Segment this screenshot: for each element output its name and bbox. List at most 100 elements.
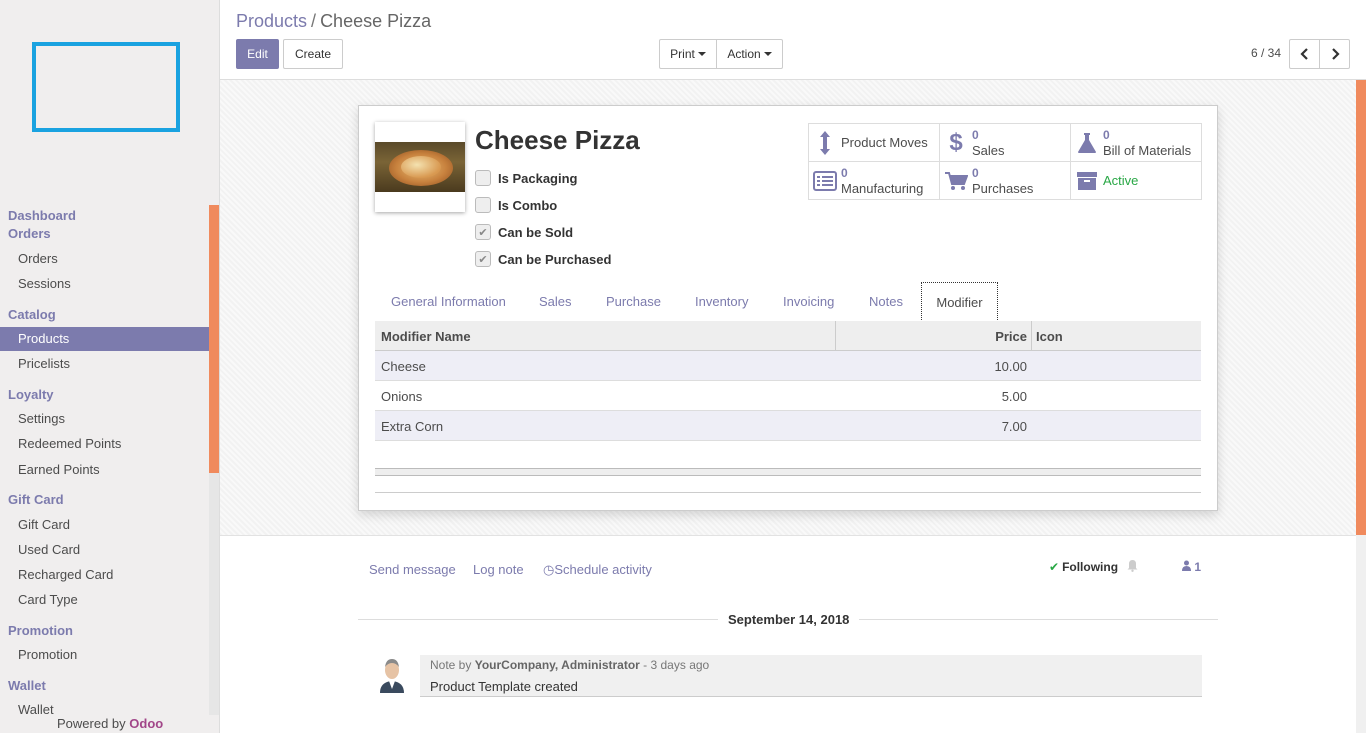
modifier-table-header: Modifier Name Price Icon (375, 321, 1201, 351)
can-be-sold-checkbox[interactable]: ✔ (475, 224, 491, 240)
column-modifier-name[interactable]: Modifier Name (381, 329, 471, 344)
product-image[interactable] (375, 122, 465, 212)
powered-brand-link[interactable]: Odoo (129, 716, 163, 731)
tab-inventory[interactable]: Inventory (695, 294, 748, 309)
sidebar-item-settings[interactable]: Settings (18, 411, 65, 426)
shopping-cart-icon (940, 171, 972, 191)
breadcrumb-products-link[interactable]: Products (236, 11, 307, 31)
product-moves-button[interactable]: Product Moves (808, 123, 940, 162)
sidebar-item-pricelists[interactable]: Pricelists (18, 356, 70, 371)
check-icon: ✔ (478, 253, 488, 266)
is-packaging-checkbox[interactable] (475, 170, 491, 186)
modifier-name-cell: Onions (381, 389, 423, 404)
schedule-activity-label: Schedule activity (554, 562, 652, 577)
powered-prefix: Powered by (57, 716, 126, 731)
is-combo-checkbox-row[interactable]: Is Combo (475, 197, 557, 213)
sidebar-item-card-type[interactable]: Card Type (18, 592, 78, 607)
sidebar-item-sessions[interactable]: Sessions (18, 276, 71, 291)
sidebar-section-gift-card[interactable]: Gift Card (8, 492, 64, 507)
schedule-activity-button[interactable]: ◷Schedule activity (543, 562, 652, 578)
sidebar-item-label: Products (18, 331, 70, 346)
pager-next-button[interactable] (1319, 39, 1350, 69)
sidebar-item-promotion[interactable]: Promotion (18, 647, 77, 662)
tab-invoicing[interactable]: Invoicing (783, 294, 834, 309)
purchases-button[interactable]: 0 Purchases (939, 161, 1071, 200)
bell-icon[interactable] (1127, 559, 1138, 575)
can-be-purchased-checkbox[interactable]: ✔ (475, 251, 491, 267)
notebook-tabs: General Information Sales Purchase Inven… (375, 282, 1201, 322)
column-icon[interactable]: Icon (1036, 329, 1063, 344)
breadcrumb-current: Cheese Pizza (320, 11, 432, 31)
table-row[interactable]: Cheese 10.00 (375, 351, 1201, 381)
tab-modifier[interactable]: Modifier (921, 282, 998, 322)
sales-label: Sales (972, 142, 1005, 158)
send-message-button[interactable]: Send message (369, 562, 456, 577)
table-divider (375, 492, 1201, 493)
sidebar-item-wallet[interactable]: Wallet (18, 702, 54, 717)
action-dropdown[interactable]: Action (716, 39, 783, 69)
check-icon: ✔ (1049, 560, 1060, 574)
tab-purchase[interactable]: Purchase (606, 294, 661, 309)
list-alt-icon (809, 170, 841, 191)
can-be-purchased-checkbox-row[interactable]: ✔ Can be Purchased (475, 251, 611, 267)
sidebar-section-wallet[interactable]: Wallet (8, 678, 46, 693)
modifier-name-cell: Extra Corn (381, 419, 444, 434)
tab-sales[interactable]: Sales (539, 294, 572, 309)
pager-previous-button[interactable] (1289, 39, 1320, 69)
sidebar-item-used-card[interactable]: Used Card (18, 542, 80, 557)
main-scrollbar-thumb[interactable] (1356, 80, 1366, 535)
manufacturing-count: 0 (841, 165, 848, 180)
archive-icon (1071, 171, 1103, 191)
message-author-link[interactable]: YourCompany, Administrator (475, 658, 640, 672)
followers-count: 1 (1194, 560, 1202, 574)
manufacturing-label: Manufacturing (841, 180, 924, 196)
purchases-label: Purchases (972, 180, 1034, 196)
sales-count: 0 (972, 127, 979, 142)
action-label: Action (727, 47, 761, 61)
sidebar-section-dashboard[interactable]: Dashboard (8, 208, 76, 223)
sidebar-item-orders[interactable]: Orders (18, 251, 58, 266)
message-header: Note by YourCompany, Administrator - 3 d… (430, 658, 709, 672)
is-combo-checkbox[interactable] (475, 197, 491, 213)
bom-count: 0 (1103, 127, 1110, 142)
active-toggle-button[interactable]: Active (1070, 161, 1202, 200)
manufacturing-button[interactable]: 0 Manufacturing (808, 161, 940, 200)
sidebar-section-catalog[interactable]: Catalog (8, 307, 56, 322)
tab-notes[interactable]: Notes (869, 294, 903, 309)
arrows-v-icon (809, 130, 841, 156)
is-combo-label: Is Combo (498, 197, 558, 213)
author-avatar[interactable] (377, 655, 407, 693)
company-logo[interactable] (32, 42, 180, 132)
sidebar-section-promotion[interactable]: Promotion (8, 623, 73, 638)
product-moves-label: Product Moves (841, 135, 928, 150)
bill-of-materials-button[interactable]: 0 Bill of Materials (1070, 123, 1202, 162)
tab-general-information[interactable]: General Information (391, 294, 506, 309)
log-note-button[interactable]: Log note (473, 562, 524, 577)
table-row[interactable]: Extra Corn 7.00 (375, 411, 1201, 441)
user-icon (1182, 560, 1194, 574)
message-time: - 3 days ago (643, 658, 710, 672)
following-button[interactable]: ✔ Following (1049, 560, 1118, 574)
can-be-sold-checkbox-row[interactable]: ✔ Can be Sold (475, 224, 573, 240)
table-row[interactable]: Onions 5.00 (375, 381, 1201, 411)
sidebar-item-products[interactable]: Products (0, 327, 209, 351)
sidebar-scrollbar-thumb[interactable] (209, 205, 219, 473)
product-name: Cheese Pizza (475, 125, 640, 155)
followers-button[interactable]: 1 (1182, 560, 1201, 574)
sidebar-item-redeemed-points[interactable]: Redeemed Points (18, 436, 121, 451)
is-packaging-label: Is Packaging (498, 170, 578, 186)
sidebar-section-loyalty[interactable]: Loyalty (8, 387, 54, 402)
flask-icon (1071, 132, 1103, 154)
is-packaging-checkbox-row[interactable]: Is Packaging (475, 170, 577, 186)
sidebar-item-recharged-card[interactable]: Recharged Card (18, 567, 113, 582)
print-dropdown[interactable]: Print (659, 39, 717, 69)
column-price[interactable]: Price (995, 329, 1027, 344)
sidebar-section-orders[interactable]: Orders (8, 226, 51, 241)
sales-button[interactable]: $ 0 Sales (939, 123, 1071, 162)
pager-value[interactable]: 6 / 34 (1251, 46, 1281, 60)
sidebar-item-earned-points[interactable]: Earned Points (18, 462, 100, 477)
sidebar-item-gift-card[interactable]: Gift Card (18, 517, 70, 532)
modifier-name-cell: Cheese (381, 359, 426, 374)
create-button[interactable]: Create (283, 39, 343, 69)
edit-button[interactable]: Edit (236, 39, 279, 69)
